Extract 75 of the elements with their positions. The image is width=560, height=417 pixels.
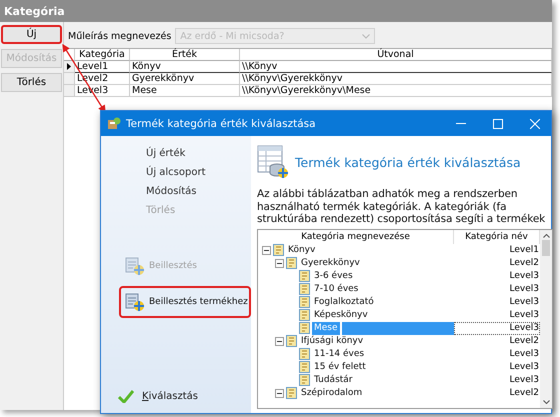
tree-cell: Level3 bbox=[454, 322, 540, 334]
tree-cell-text: Level3 bbox=[508, 348, 540, 360]
tree-cell-text: Level3 bbox=[508, 360, 540, 374]
tree-item[interactable]: 15 év felett bbox=[312, 360, 368, 374]
scroll-down-icon bbox=[542, 400, 550, 404]
document-icon bbox=[299, 296, 310, 308]
table-cell: Mese bbox=[130, 85, 240, 97]
tree-item[interactable]: 7-10 éves bbox=[312, 282, 360, 296]
tree-item[interactable]: Szépirodalom bbox=[299, 386, 364, 400]
tree-cell-text: Level3 bbox=[508, 308, 540, 322]
tree-cell-text: Level2 bbox=[508, 334, 540, 348]
window-title: Kategória bbox=[0, 0, 552, 22]
scroll-up-icon bbox=[542, 234, 550, 238]
tree-item[interactable]: 3-6 éves bbox=[312, 270, 355, 282]
document-icon bbox=[299, 361, 310, 373]
tree-item[interactable]: Tudástár bbox=[312, 374, 354, 386]
dialog-heading: Termék kategória érték kiválasztása bbox=[295, 154, 521, 170]
table-cell: Level1 bbox=[75, 61, 130, 73]
document-icon bbox=[299, 322, 310, 334]
tree-item[interactable]: Gyerekkönyv bbox=[299, 256, 362, 270]
action-link[interactable]: Módosítás bbox=[101, 182, 251, 201]
tree-cell-text: Level3 bbox=[508, 270, 540, 282]
table-cell: \\Könyv\Gyerekkönyv\Mese bbox=[240, 85, 552, 97]
tree-item[interactable]: Képeskönyv bbox=[312, 308, 370, 322]
table-cell: \\Könyv bbox=[240, 61, 552, 73]
tree-cell-text: Level1 bbox=[508, 244, 540, 256]
select-link[interactable]: Kiválasztás bbox=[142, 391, 198, 402]
checkmark-icon bbox=[118, 390, 134, 403]
collapse-icon[interactable] bbox=[262, 246, 271, 254]
paste-icon bbox=[125, 256, 145, 276]
scrollbar[interactable] bbox=[540, 230, 552, 408]
close-icon bbox=[530, 118, 540, 128]
collapse-icon[interactable] bbox=[275, 336, 284, 346]
description-text: Az alábbi táblázatban adhatók meg a rendszerben használható termék kategóriák. A kategóriák (fa struktúrába rendezett) csoportosítása segíti a termékek bbox=[257, 188, 546, 226]
tree-cell-text: Level3 bbox=[508, 374, 540, 386]
tree-cell-text: Level3 bbox=[508, 296, 540, 308]
field-label: Műleírás megnevezés bbox=[68, 30, 172, 42]
document-icon bbox=[273, 244, 284, 256]
collapse-icon[interactable] bbox=[275, 258, 284, 268]
paste-icon bbox=[125, 292, 145, 312]
table-cell: \\Könyv\Gyerekkönyv bbox=[240, 73, 552, 85]
tree-cell-text: Level2 bbox=[508, 386, 540, 400]
column-header: Útvonal bbox=[240, 49, 552, 61]
document-icon bbox=[286, 335, 297, 347]
chevron-icon bbox=[362, 34, 370, 38]
tree-item[interactable]: Foglalkoztató bbox=[312, 296, 376, 308]
document-icon bbox=[299, 348, 310, 360]
action-link[interactable]: Új érték bbox=[101, 144, 251, 163]
sidebar-button[interactable]: Új bbox=[1, 25, 62, 44]
document-icon bbox=[299, 309, 310, 321]
action-link[interactable]: Új alcsoport bbox=[101, 163, 251, 182]
collapse-icon[interactable] bbox=[275, 388, 284, 398]
app-icon bbox=[107, 117, 121, 130]
table-cell: Gyerekkönyv bbox=[130, 73, 240, 85]
column-header: Érték bbox=[130, 49, 240, 61]
tree-item[interactable]: Könyv bbox=[286, 244, 318, 256]
table-cell: Könyv bbox=[130, 61, 240, 73]
scrollbar-thumb[interactable] bbox=[542, 240, 550, 256]
minimize-icon bbox=[456, 123, 466, 124]
document-icon bbox=[286, 387, 297, 399]
sidebar-button[interactable]: Törlés bbox=[1, 73, 62, 92]
dialog-title: Termék kategória érték kiválasztása bbox=[126, 118, 317, 130]
document-icon bbox=[286, 257, 297, 269]
table-database-icon bbox=[257, 145, 289, 179]
document-icon bbox=[299, 283, 310, 295]
tree-cell-text: Level2 bbox=[508, 256, 540, 270]
column-header: Kategória bbox=[75, 49, 130, 61]
tree-item[interactable]: Ifjúsági könyv bbox=[299, 334, 366, 348]
document-icon bbox=[299, 374, 310, 386]
current-row-icon bbox=[67, 63, 71, 70]
maximize-icon bbox=[493, 118, 503, 128]
tree-cell-text: Level3 bbox=[508, 282, 540, 296]
document-icon bbox=[299, 270, 310, 282]
tree-item[interactable]: 11-14 éves bbox=[312, 348, 366, 360]
paste-action[interactable]: Beillesztés termékhez bbox=[119, 286, 251, 318]
